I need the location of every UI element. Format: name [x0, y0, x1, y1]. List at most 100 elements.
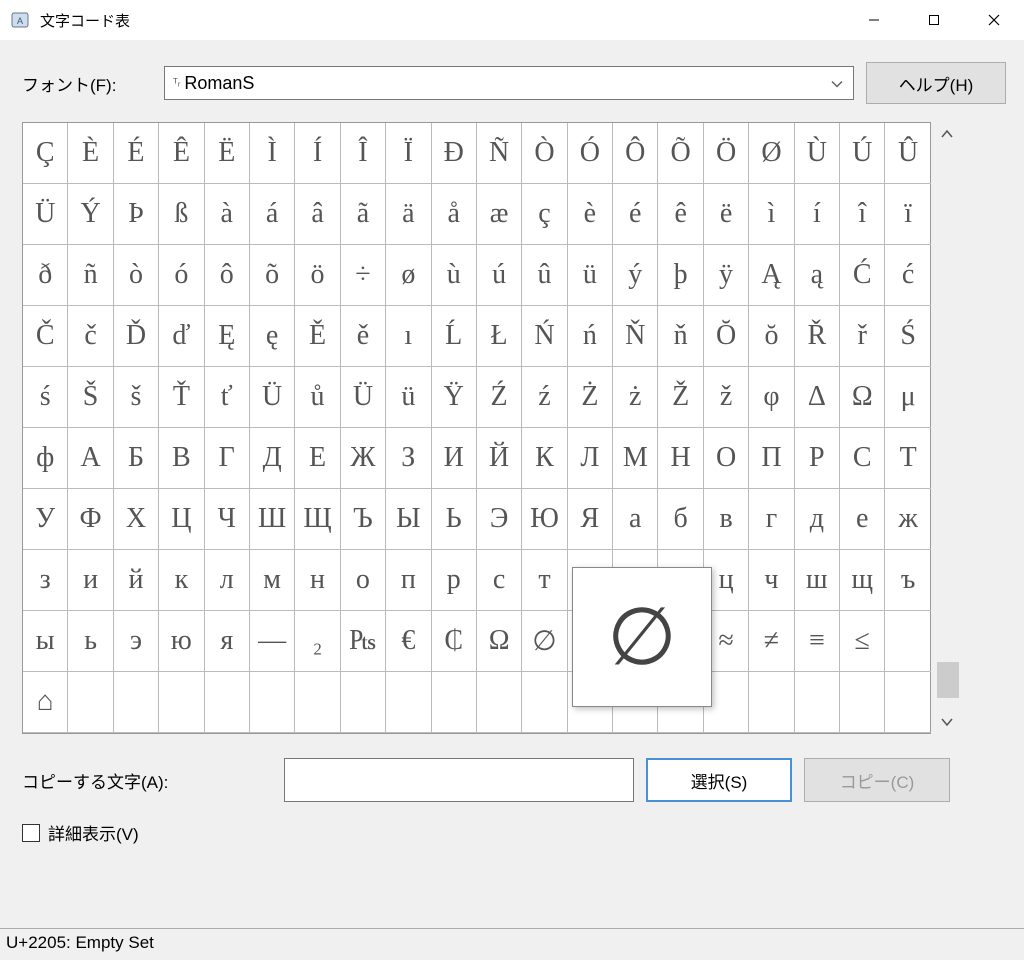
character-cell[interactable]: Ń	[522, 306, 567, 367]
character-cell[interactable]: Ü	[23, 184, 68, 245]
character-cell[interactable]: Я	[568, 489, 613, 550]
character-cell[interactable]: Ć	[840, 245, 885, 306]
character-cell[interactable]: Č	[23, 306, 68, 367]
character-cell[interactable]: Д	[250, 428, 295, 489]
character-cell[interactable]: Ы	[386, 489, 431, 550]
character-cell[interactable]: Ú	[840, 123, 885, 184]
character-cell[interactable]: Х	[114, 489, 159, 550]
character-cell[interactable]: Ц	[159, 489, 204, 550]
character-cell[interactable]: К	[522, 428, 567, 489]
minimize-button[interactable]	[844, 0, 904, 40]
character-cell[interactable]: Š	[68, 367, 113, 428]
character-cell[interactable]: ò	[114, 245, 159, 306]
character-cell[interactable]	[840, 672, 885, 733]
character-cell[interactable]	[432, 672, 477, 733]
character-cell[interactable]: à	[205, 184, 250, 245]
character-cell[interactable]: Ü	[250, 367, 295, 428]
character-cell[interactable]: ₂	[295, 611, 340, 672]
character-cell[interactable]: Ë	[205, 123, 250, 184]
character-cell[interactable]: Щ	[295, 489, 340, 550]
character-cell[interactable]: ó	[159, 245, 204, 306]
character-cell[interactable]: в	[704, 489, 749, 550]
character-cell[interactable]: š	[114, 367, 159, 428]
character-cell[interactable]: а	[613, 489, 658, 550]
character-cell[interactable]: ń	[568, 306, 613, 367]
maximize-button[interactable]	[904, 0, 964, 40]
character-cell[interactable]	[885, 672, 930, 733]
character-cell[interactable]: В	[159, 428, 204, 489]
character-cell[interactable]	[795, 672, 840, 733]
character-cell[interactable]: Э	[477, 489, 522, 550]
character-cell[interactable]: Л	[568, 428, 613, 489]
character-cell[interactable]: æ	[477, 184, 522, 245]
character-cell[interactable]: Ö	[704, 123, 749, 184]
character-cell[interactable]	[341, 672, 386, 733]
character-cell[interactable]: е	[840, 489, 885, 550]
character-cell[interactable]: ê	[658, 184, 703, 245]
help-button[interactable]: ヘルプ(H)	[866, 62, 1006, 104]
character-cell[interactable]	[522, 672, 567, 733]
character-cell[interactable]: Й	[477, 428, 522, 489]
character-cell[interactable]: Ø	[749, 123, 794, 184]
character-cell[interactable]: φ	[749, 367, 794, 428]
character-cell[interactable]: т	[522, 550, 567, 611]
character-cell[interactable]: ð	[23, 245, 68, 306]
character-cell[interactable]: Ź	[477, 367, 522, 428]
character-cell[interactable]: Ж	[341, 428, 386, 489]
character-cell[interactable]: ź	[522, 367, 567, 428]
character-cell[interactable]: ù	[432, 245, 477, 306]
character-cell[interactable]: Ò	[522, 123, 567, 184]
character-cell[interactable]: Ň	[613, 306, 658, 367]
character-cell[interactable]: ⌂	[23, 672, 68, 733]
character-cell[interactable]: ü	[568, 245, 613, 306]
character-cell[interactable]: ř	[840, 306, 885, 367]
character-cell[interactable]: ś	[23, 367, 68, 428]
character-cell[interactable]: ü	[386, 367, 431, 428]
character-cell[interactable]: Ł	[477, 306, 522, 367]
character-cell[interactable]: É	[114, 123, 159, 184]
character-cell[interactable]: ь	[68, 611, 113, 672]
character-cell[interactable]: А	[68, 428, 113, 489]
character-cell[interactable]: ñ	[68, 245, 113, 306]
character-cell[interactable]: ů	[295, 367, 340, 428]
character-cell[interactable]: Б	[114, 428, 159, 489]
character-cell[interactable]: ý	[613, 245, 658, 306]
character-cell[interactable]: ä	[386, 184, 431, 245]
character-cell[interactable]: Ü	[341, 367, 386, 428]
character-cell[interactable]: Ù	[795, 123, 840, 184]
character-cell[interactable]: ≠	[749, 611, 794, 672]
character-cell[interactable]	[159, 672, 204, 733]
character-cell[interactable]: Ě	[295, 306, 340, 367]
character-cell[interactable]: ú	[477, 245, 522, 306]
character-cell[interactable]: é	[613, 184, 658, 245]
character-cell[interactable]: å	[432, 184, 477, 245]
character-cell[interactable]: Þ	[114, 184, 159, 245]
character-cell[interactable]: ť	[205, 367, 250, 428]
character-cell[interactable]	[386, 672, 431, 733]
character-cell[interactable]: Ф	[68, 489, 113, 550]
character-cell[interactable]: с	[477, 550, 522, 611]
character-cell[interactable]: Ь	[432, 489, 477, 550]
character-cell[interactable]: ć	[885, 245, 930, 306]
character-cell[interactable]: ž	[704, 367, 749, 428]
character-cell[interactable]: μ	[885, 367, 930, 428]
close-button[interactable]	[964, 0, 1024, 40]
character-cell[interactable]: î	[840, 184, 885, 245]
character-cell[interactable]: з	[23, 550, 68, 611]
character-cell[interactable]: Ô	[613, 123, 658, 184]
character-cell[interactable]: Ï	[386, 123, 431, 184]
character-cell[interactable]	[295, 672, 340, 733]
character-cell[interactable]	[68, 672, 113, 733]
select-button[interactable]: 選択(S)	[646, 758, 792, 802]
character-cell[interactable]: Ż	[568, 367, 613, 428]
character-cell[interactable]: þ	[658, 245, 703, 306]
character-cell[interactable]: Ð	[432, 123, 477, 184]
character-cell[interactable]: ф	[23, 428, 68, 489]
character-cell[interactable]	[205, 672, 250, 733]
scrollbar[interactable]	[935, 122, 959, 734]
character-cell[interactable]: ч	[749, 550, 794, 611]
character-cell[interactable]: ø	[386, 245, 431, 306]
character-cell[interactable]: —	[250, 611, 295, 672]
character-cell[interactable]: Ď	[114, 306, 159, 367]
character-cell[interactable]: н	[295, 550, 340, 611]
